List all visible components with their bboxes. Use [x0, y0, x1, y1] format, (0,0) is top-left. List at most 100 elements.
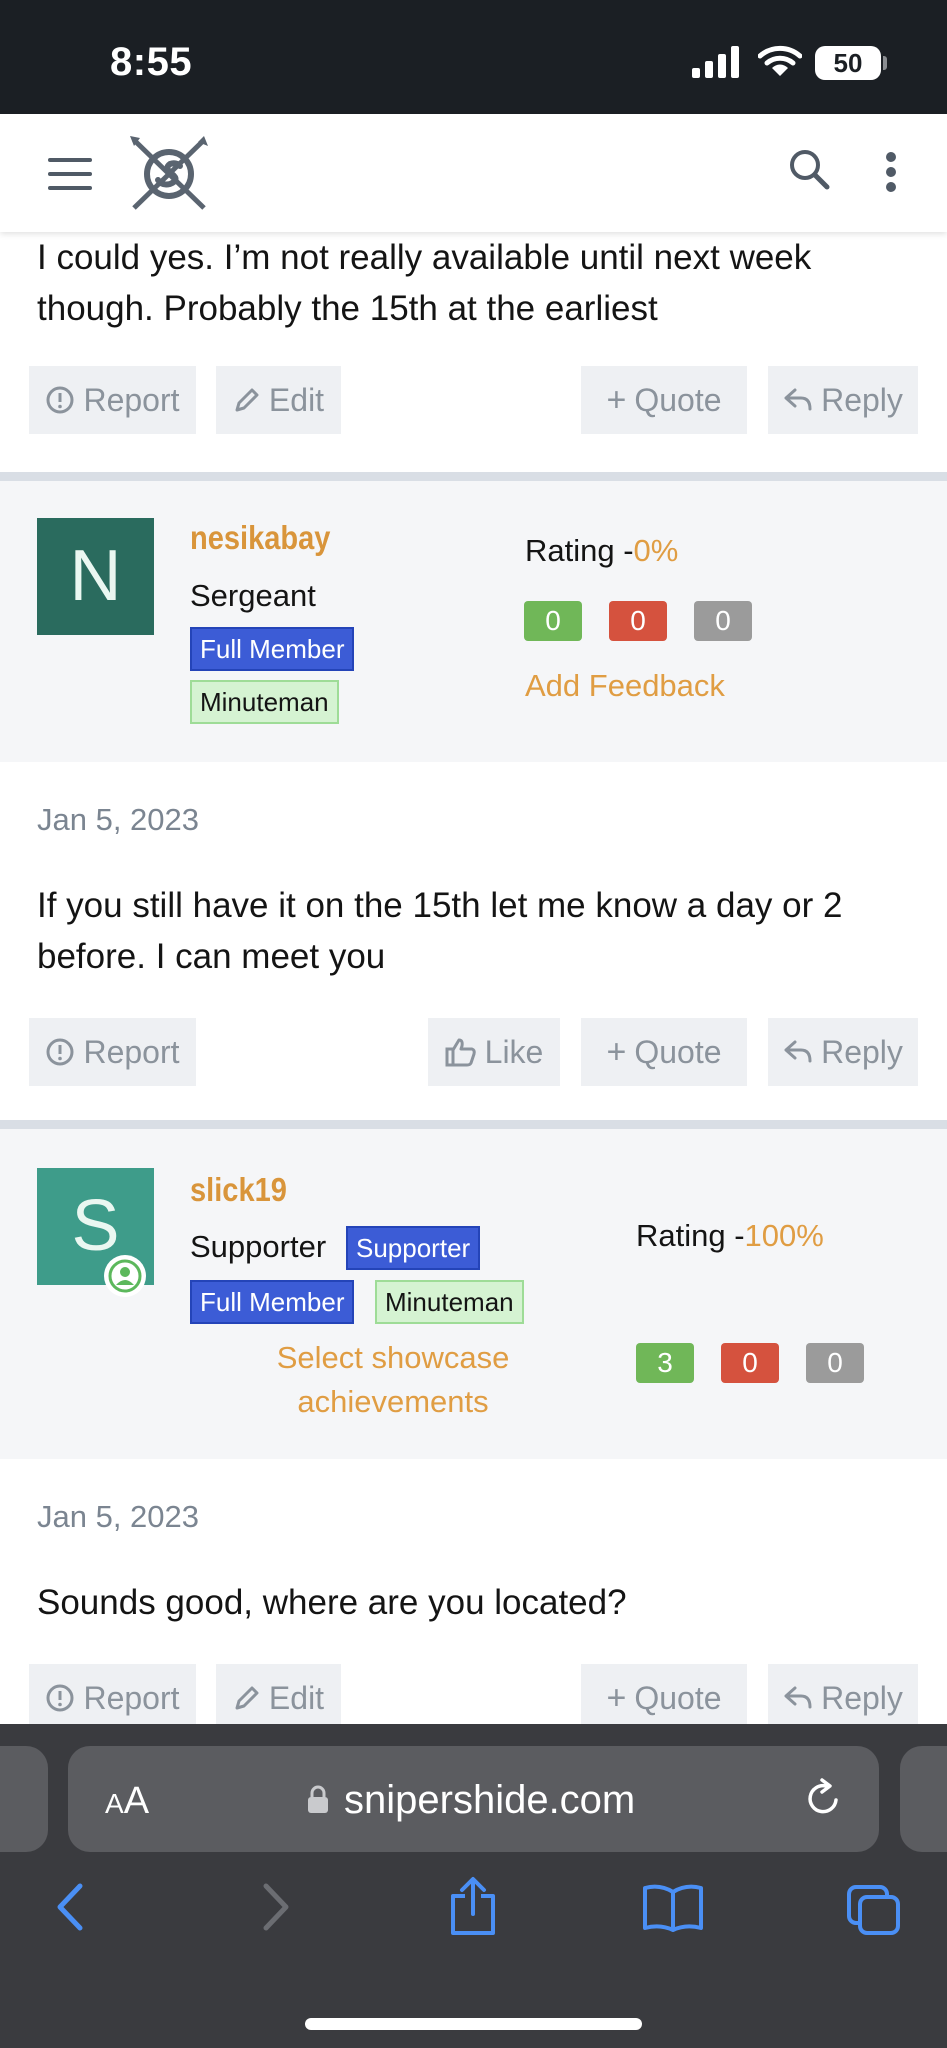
edit-label: Edit — [268, 1680, 325, 1716]
status-bar: 8:55 50 — [0, 0, 947, 114]
post-message: If you still have it on the 15th let me … — [37, 886, 843, 976]
report-button[interactable]: Report — [29, 1664, 196, 1732]
like-label: Like — [484, 1034, 544, 1070]
feedback-positive: 3 — [636, 1343, 694, 1383]
user-info-slick19: S slick19 Supporter Supporter Full Membe… — [0, 1129, 947, 1459]
username[interactable]: slick19 — [190, 1171, 287, 1209]
home-indicator — [305, 2018, 642, 2030]
wifi-icon — [758, 45, 802, 76]
post-divider — [0, 472, 947, 481]
pencil-icon — [235, 388, 259, 412]
bookmarks-icon[interactable] — [642, 1884, 704, 1932]
quote-label: Quote — [634, 1034, 722, 1070]
badge-full-member: Full Member — [190, 627, 355, 671]
like-button[interactable]: Like — [428, 1018, 560, 1086]
reply-label: Reply — [821, 382, 903, 418]
post-nesikabay: Jan 5, 2023 If you still have it on the … — [0, 762, 947, 1120]
rating-label: Rating - — [525, 533, 634, 568]
reload-icon[interactable] — [804, 1778, 844, 1818]
aa-small: A — [105, 1788, 124, 1819]
forward-icon[interactable] — [258, 1882, 292, 1932]
search-icon[interactable] — [788, 148, 830, 190]
user-title: Sergeant — [190, 578, 316, 613]
post-previous: I could yes. I’m not really available un… — [0, 232, 947, 472]
post-slick19: Jan 5, 2023 Sounds good, where are you l… — [0, 1459, 947, 1732]
plus-icon: + — [606, 1033, 627, 1071]
aa-big: A — [123, 1780, 150, 1822]
add-feedback-link[interactable]: Add Feedback — [525, 668, 725, 704]
feedback-negative: 0 — [721, 1343, 779, 1383]
reply-button[interactable]: Reply — [768, 1018, 918, 1086]
post-date[interactable]: Jan 5, 2023 — [37, 1499, 199, 1535]
reply-icon — [784, 388, 812, 411]
reply-label: Reply — [821, 1680, 903, 1716]
quote-button[interactable]: + Quote — [581, 366, 747, 434]
quote-button[interactable]: + Quote — [581, 1018, 747, 1086]
report-icon — [46, 386, 74, 414]
reply-icon — [784, 1040, 812, 1063]
showcase-achievements-link[interactable]: Select showcase achievements — [190, 1336, 596, 1424]
feedback-negative: 0 — [609, 601, 667, 641]
cellular-signal-icon — [692, 46, 739, 78]
user-title: Supporter — [190, 1229, 327, 1264]
rating-text: Rating -0% — [525, 533, 678, 569]
reply-button[interactable]: Reply — [768, 1664, 918, 1732]
page-settings-button[interactable]: AA — [105, 1780, 149, 1823]
battery-tip — [883, 56, 887, 70]
post-divider — [0, 1120, 947, 1129]
edit-label: Edit — [268, 382, 325, 418]
rating-percent: 0% — [633, 533, 679, 568]
badge-minuteman: Minuteman — [190, 680, 339, 724]
report-label: Report — [83, 1680, 180, 1716]
report-icon — [46, 1684, 74, 1712]
report-label: Report — [83, 382, 180, 418]
next-tab-card[interactable] — [900, 1746, 947, 1852]
quote-label: Quote — [634, 382, 722, 418]
status-time: 8:55 — [110, 40, 193, 84]
report-label: Report — [83, 1034, 180, 1070]
showcase-line-1: Select showcase — [276, 1340, 510, 1375]
pencil-icon — [235, 1686, 259, 1710]
badge-supporter: Supporter — [346, 1226, 481, 1270]
post-message: I could yes. I’m not really available un… — [37, 238, 812, 328]
feedback-positive: 0 — [524, 601, 582, 641]
rating-text: Rating -100% — [636, 1218, 824, 1254]
reply-button[interactable]: Reply — [768, 366, 918, 434]
feedback-neutral: 0 — [806, 1343, 864, 1383]
reply-icon — [784, 1686, 812, 1709]
battery-level: 50 — [815, 46, 881, 80]
feedback-neutral: 0 — [694, 601, 752, 641]
edit-button[interactable]: Edit — [216, 1664, 341, 1732]
rating-percent: 100% — [744, 1218, 824, 1253]
avatar[interactable]: N — [37, 518, 154, 635]
lock-icon — [308, 1785, 328, 1813]
tabs-icon[interactable] — [846, 1884, 902, 1936]
showcase-line-2: achievements — [297, 1384, 489, 1419]
plus-icon: + — [606, 1679, 627, 1717]
more-options-icon[interactable] — [884, 152, 898, 192]
previous-tab-card[interactable] — [0, 1746, 48, 1852]
site-logo[interactable] — [128, 134, 210, 214]
share-icon[interactable] — [448, 1876, 498, 1936]
report-button[interactable]: Report — [29, 366, 196, 434]
report-button[interactable]: Report — [29, 1018, 196, 1086]
browser-toolbar: AA snipershide.com — [0, 1724, 947, 2048]
post-date[interactable]: Jan 5, 2023 — [37, 802, 199, 838]
thumbs-up-icon — [445, 1038, 476, 1067]
badge-minuteman: Minuteman — [375, 1280, 524, 1324]
report-icon — [46, 1038, 74, 1066]
plus-icon: + — [606, 381, 627, 419]
username[interactable]: nesikabay — [190, 519, 330, 557]
online-status-icon — [104, 1255, 146, 1297]
menu-icon[interactable] — [48, 158, 92, 190]
user-info-nesikabay: N nesikabay Sergeant Full Member Minutem… — [0, 481, 947, 762]
rating-label: Rating - — [636, 1218, 745, 1253]
quote-button[interactable]: + Quote — [581, 1664, 747, 1732]
back-icon[interactable] — [54, 1882, 88, 1932]
url-text[interactable]: snipershide.com — [344, 1778, 635, 1823]
badge-full-member: Full Member — [190, 1280, 355, 1324]
reply-label: Reply — [821, 1034, 903, 1070]
edit-button[interactable]: Edit — [216, 366, 341, 434]
post-message: Sounds good, where are you located? — [37, 1583, 627, 1622]
quote-label: Quote — [634, 1680, 722, 1716]
